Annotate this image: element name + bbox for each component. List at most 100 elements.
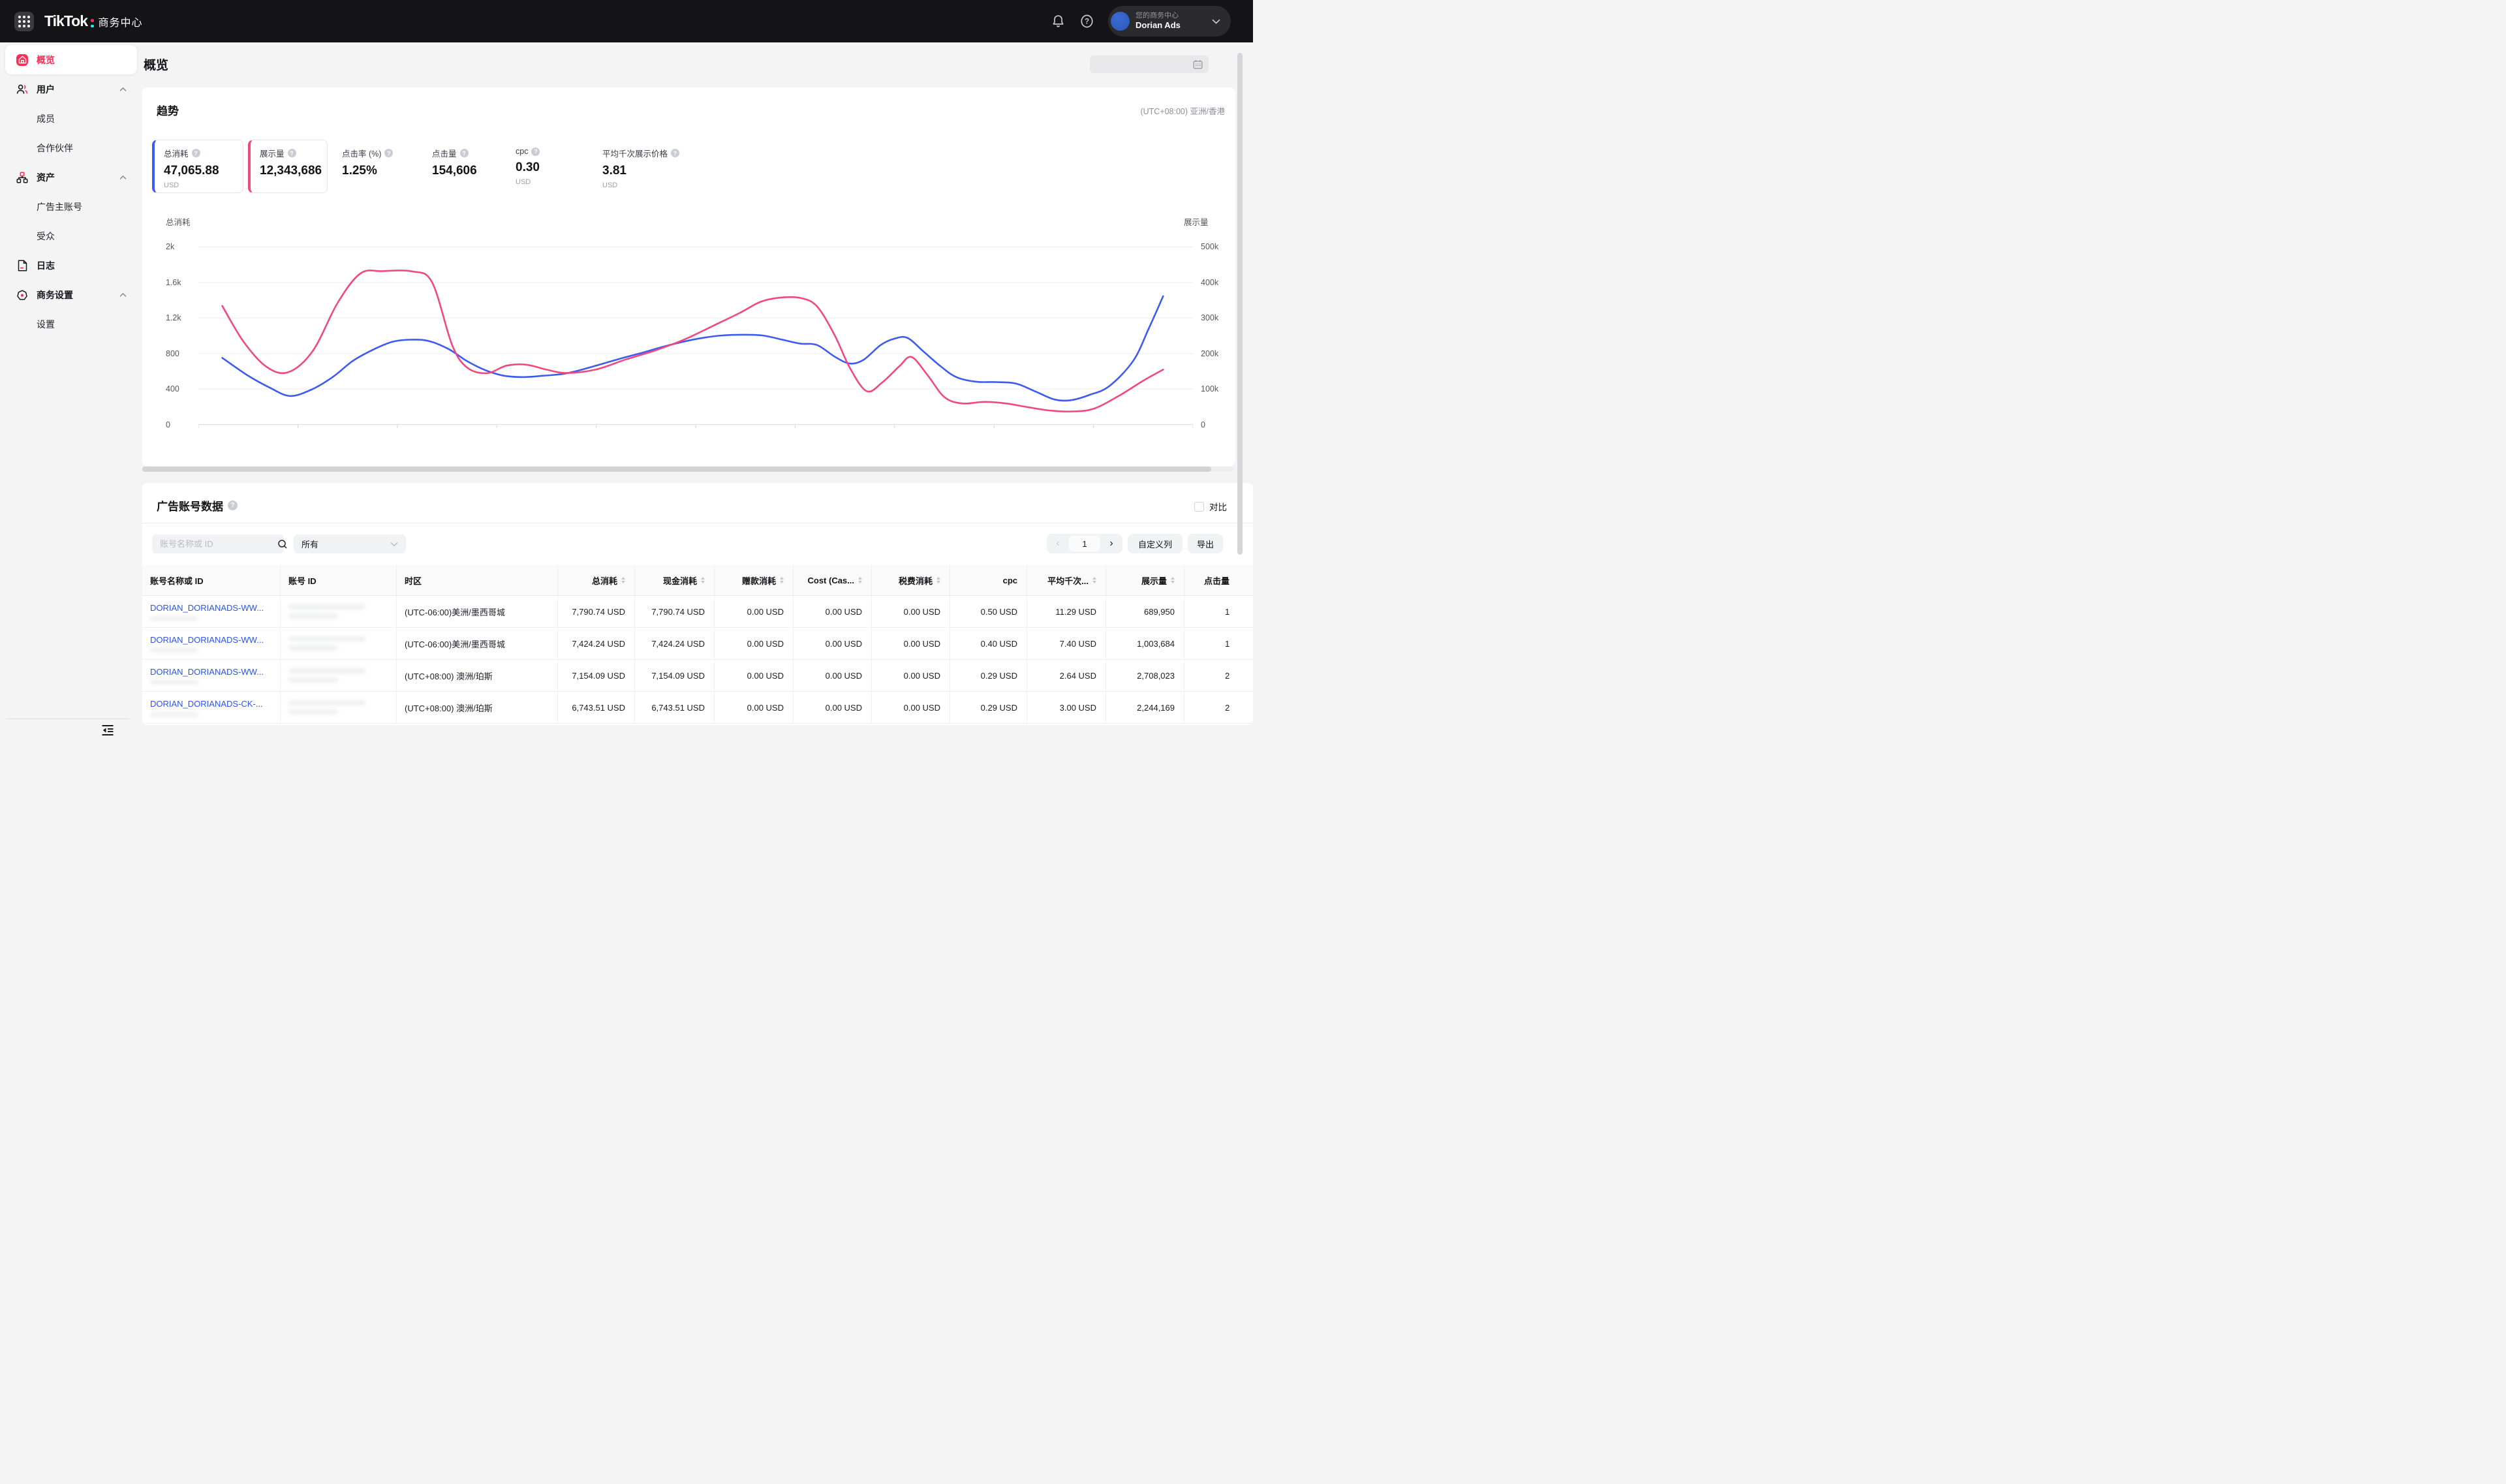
sidebar-item-partners[interactable]: 合作伙伴 [5, 133, 137, 162]
compare-checkbox[interactable] [1194, 502, 1204, 512]
sidebar-item-users[interactable]: 用户 [5, 74, 137, 104]
redacted-text [150, 680, 198, 685]
sidebar-item-members[interactable]: 成员 [5, 104, 137, 133]
cell-grant_cost: 0.00 USD [715, 628, 794, 659]
bell-icon[interactable] [1051, 14, 1065, 29]
sort-icon[interactable] [858, 575, 862, 585]
sort-icon[interactable] [701, 575, 705, 585]
y-tick: 300k [1201, 313, 1218, 322]
cell-cost_cas: 0.00 USD [794, 660, 872, 691]
sidebar-item-logs[interactable]: 日志 [5, 251, 137, 280]
info-icon: ? [460, 149, 469, 157]
sidebar-footer [7, 719, 129, 742]
calendar-icon [1193, 59, 1203, 69]
account-filter-dropdown[interactable]: 所有 [294, 534, 406, 553]
sort-icon[interactable] [1171, 575, 1175, 585]
brand-wordmark: TikTok [44, 12, 87, 30]
help-icon[interactable]: ? [1079, 14, 1094, 29]
sort-icon[interactable] [936, 575, 940, 585]
account-name-link[interactable]: DORIAN_DORIANADS-CK-... [150, 699, 263, 709]
sort-icon[interactable] [780, 575, 784, 585]
cell-cpm: 11.29 USD [1027, 596, 1106, 627]
cell-cash_cost: 7,790.74 USD [635, 596, 715, 627]
metric-cpm[interactable]: 平均千次展示价格? 3.81 USD [602, 140, 679, 189]
horizontal-scrollbar-thumb[interactable] [142, 467, 1211, 472]
cell-tax_cost: 0.00 USD [872, 692, 950, 723]
redacted-text [288, 636, 365, 642]
cell-total_cost: 7,424.24 USD [558, 628, 635, 659]
cell-clicks_partial: 1 [1184, 628, 1253, 659]
table-row: DORIAN_DORIANADS-WW...(UTC-06:00)美洲/墨西哥城… [142, 596, 1253, 628]
cell-account_id [281, 692, 397, 723]
account-switcher[interactable]: 您的商务中心 Dorian Ads [1108, 6, 1231, 37]
customize-columns-button[interactable]: 自定义列 [1128, 534, 1183, 553]
sidebar-item-label: 合作伙伴 [37, 142, 73, 155]
avatar [1111, 12, 1130, 31]
redacted-text [288, 613, 338, 619]
metric-clicks[interactable]: 点击量? 154,606 [432, 140, 477, 178]
column-header-cpm[interactable]: 平均千次... [1027, 565, 1106, 595]
sidebar-item-label: 用户 [37, 83, 55, 96]
sidebar-item-audiences[interactable]: 受众 [5, 221, 137, 251]
pagination: ‹ 1 › [1047, 534, 1122, 553]
cell-cash_cost: 6,743.51 USD [635, 692, 715, 723]
column-header-grant_cost[interactable]: 赠款消耗 [715, 565, 794, 595]
account-name-link[interactable]: DORIAN_DORIANADS-WW... [150, 603, 264, 613]
sidebar-item-label: 成员 [37, 112, 55, 125]
cell-cost_cas: 0.00 USD [794, 596, 872, 627]
y-tick: 1.2k [166, 313, 181, 322]
y-tick: 1.6k [166, 278, 181, 287]
sidebar-item-settings[interactable]: 设置 [5, 309, 137, 339]
metric-cpc[interactable]: cpc? 0.30 USD [516, 140, 540, 186]
export-button[interactable]: 导出 [1188, 534, 1223, 553]
sidebar-item-advertiser-accounts[interactable]: 广告主账号 [5, 192, 137, 221]
previous-page-button[interactable]: ‹ [1047, 534, 1069, 553]
account-search[interactable] [152, 534, 284, 553]
account-name-link[interactable]: DORIAN_DORIANADS-WW... [150, 635, 264, 645]
apps-grid-icon[interactable] [14, 12, 34, 31]
table-row: DORIAN_DORIANADS-WW...(UTC+08:00) 澳洲/珀斯7… [142, 660, 1253, 692]
gear-icon [16, 289, 28, 301]
metric-impressions[interactable]: 展示量? 12,343,686 [248, 140, 328, 193]
home-icon [16, 54, 28, 66]
y-tick: 500k [1201, 242, 1218, 251]
sidebar-item-assets[interactable]: 资产 [5, 162, 137, 192]
column-header-total_cost[interactable]: 总消耗 [558, 565, 635, 595]
trend-card: 趋势 (UTC+08:00) 亚洲/香港 总消耗? 47,065.88 USD … [142, 87, 1235, 466]
info-icon: ? [228, 501, 238, 510]
table-row: DORIAN_DORIANADS-CK-...(UTC+08:00) 澳洲/珀斯… [142, 692, 1253, 724]
search-input[interactable] [152, 539, 277, 549]
compare-toggle[interactable]: 对比 [1194, 500, 1227, 513]
cell-grant_cost: 0.00 USD [715, 660, 794, 691]
sidebar-item-label: 概览 [37, 54, 55, 67]
column-header-cash_cost[interactable]: 现金消耗 [635, 565, 715, 595]
vertical-scrollbar-thumb[interactable] [1237, 53, 1243, 555]
account-name-link[interactable]: DORIAN_DORIANADS-WW... [150, 667, 264, 677]
metric-total-cost[interactable]: 总消耗? 47,065.88 USD [152, 140, 243, 193]
column-header-impressions[interactable]: 展示量 [1106, 565, 1184, 595]
column-header-name: 账号名称或 ID [142, 565, 281, 595]
y-tick: 0 [166, 420, 170, 429]
sidebar-item-overview[interactable]: 概览 [5, 45, 137, 74]
account-center-label: 您的商务中心 [1136, 12, 1212, 20]
next-page-button[interactable]: › [1100, 534, 1122, 553]
cell-tax_cost: 0.00 USD [872, 628, 950, 659]
sort-icon[interactable] [621, 575, 625, 585]
timezone-label: (UTC+08:00) 亚洲/香港 [1140, 104, 1225, 117]
document-icon [16, 260, 28, 271]
column-header-cost_cas[interactable]: Cost (Cas... [794, 565, 872, 595]
cell-impressions: 1,003,684 [1106, 628, 1184, 659]
date-range-picker[interactable] [1090, 55, 1209, 73]
y-tick: 400k [1201, 278, 1218, 287]
sidebar-item-business-settings[interactable]: 商务设置 [5, 280, 137, 309]
y-tick: 400 [166, 384, 179, 394]
sidebar-item-label: 广告主账号 [37, 200, 82, 213]
cell-account_id [281, 660, 397, 691]
collapse-sidebar-icon[interactable] [101, 724, 116, 737]
column-header-tax_cost[interactable]: 税费消耗 [872, 565, 950, 595]
y-tick: 100k [1201, 384, 1218, 394]
sort-icon[interactable] [1092, 575, 1096, 585]
cell-account_id [281, 628, 397, 659]
metric-ctr[interactable]: 点击率 (%)? 1.25% [342, 140, 393, 178]
redacted-text [288, 709, 338, 715]
